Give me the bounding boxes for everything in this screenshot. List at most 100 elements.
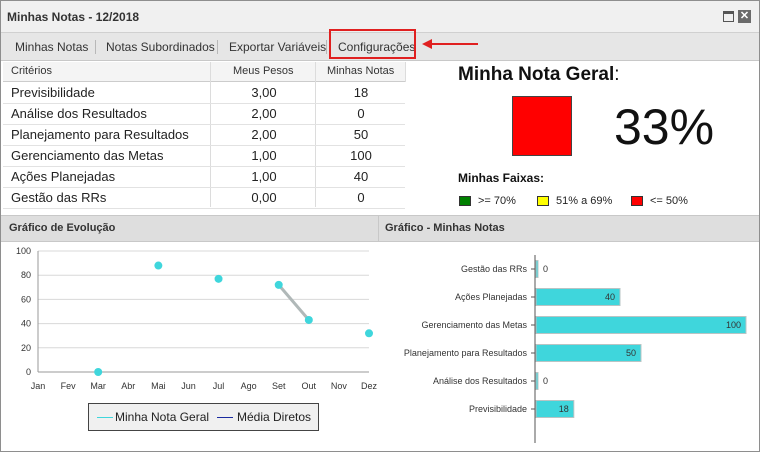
maximize-icon[interactable] xyxy=(722,10,735,23)
nota-geral-label: Minha Nota Geral xyxy=(458,64,615,85)
cell-peso: 1,00 xyxy=(251,148,277,163)
arrow-left-icon xyxy=(422,39,478,49)
x-tick-label: Mar xyxy=(90,381,106,391)
toolbar-divider xyxy=(95,40,96,54)
evolucao-section-header: Gráfico de Evolução xyxy=(1,215,378,242)
data-point xyxy=(304,315,313,324)
faixa-green-swatch xyxy=(459,196,471,206)
series-line-segment xyxy=(277,283,311,322)
window-title: Minhas Notas - 12/2018 xyxy=(7,10,140,24)
notas-title: Gráfico - Minhas Notas xyxy=(385,222,505,234)
bar-value-label: 0 xyxy=(543,376,548,386)
faixas-title: Minhas Faixas: xyxy=(458,171,545,185)
category-label: Planejamento para Resultados xyxy=(404,348,528,358)
bar-value-label: 40 xyxy=(605,292,615,302)
table-row[interactable]: Análise dos Resultados 2,00 0 xyxy=(3,103,405,125)
category-label: Análise dos Resultados xyxy=(433,376,528,386)
column-header-criterios: Critérios xyxy=(11,65,52,77)
x-tick-label: Set xyxy=(272,381,286,391)
data-point xyxy=(214,274,223,283)
x-tick-label: Fev xyxy=(61,381,77,391)
y-tick-label: 60 xyxy=(21,294,31,304)
x-tick-label: Jul xyxy=(213,381,225,391)
x-tick-label: Abr xyxy=(121,381,135,391)
x-tick-label: Mai xyxy=(151,381,166,391)
x-tick-label: Nov xyxy=(331,381,348,391)
highlight-box xyxy=(329,29,416,59)
cell-peso: 0,00 xyxy=(251,190,277,205)
toolbar-divider xyxy=(217,40,218,54)
nota-geral-status-indicator xyxy=(512,96,572,156)
category-label: Ações Planejadas xyxy=(455,292,528,302)
category-label: Previsibilidade xyxy=(469,404,527,414)
cell-criterio: Ações Planejadas xyxy=(11,169,116,184)
toolbar-divider xyxy=(326,40,327,54)
data-point xyxy=(274,280,283,289)
column-header-meus-pesos: Meus Pesos xyxy=(233,65,294,77)
tab-notas-subordinados[interactable]: Notas Subordinados xyxy=(106,40,215,54)
bar-value-label: 18 xyxy=(559,404,569,414)
cell-nota: 18 xyxy=(353,85,369,100)
bar xyxy=(535,372,539,390)
close-icon[interactable]: ✕ xyxy=(738,10,751,23)
legend-label: Minha Nota Geral xyxy=(115,410,210,424)
cell-peso: 2,00 xyxy=(251,106,277,121)
bar xyxy=(535,316,747,334)
cell-peso: 3,00 xyxy=(251,85,277,100)
faixa-label: >= 70% xyxy=(478,195,516,207)
cell-peso: 1,00 xyxy=(251,169,277,184)
x-tick-label: Out xyxy=(302,381,317,391)
cell-peso: 2,00 xyxy=(251,127,277,142)
legend-line-media-diretos xyxy=(217,417,233,418)
x-tick-label: Jun xyxy=(181,381,196,391)
cell-criterio: Gerenciamento das Metas xyxy=(11,148,164,163)
data-point xyxy=(94,368,103,376)
tab-minhas-notas[interactable]: Minhas Notas xyxy=(15,40,88,54)
nota-geral-value: 33% xyxy=(614,99,715,155)
nota-geral-title: Minha Nota Geral: xyxy=(458,64,620,86)
cell-nota: 40 xyxy=(353,169,369,184)
y-tick-label: 100 xyxy=(16,246,31,256)
cell-criterio: Análise dos Resultados xyxy=(11,106,147,121)
faixa-label: 51% a 69% xyxy=(556,195,613,207)
category-label: Gestão das RRs xyxy=(461,264,528,274)
notas-section-header: Gráfico - Minhas Notas xyxy=(378,215,759,242)
table-row[interactable]: Planejamento para Resultados 2,00 50 xyxy=(3,124,405,146)
data-point xyxy=(365,329,373,338)
bar-value-label: 100 xyxy=(726,320,741,330)
column-divider xyxy=(405,62,406,82)
notas-chart: Gestão das RRs 0 Ações Planejadas 40 Gerenci… xyxy=(404,255,747,443)
evolucao-title: Gráfico de Evolução xyxy=(9,222,116,234)
table-row[interactable]: Gerenciamento das Metas 1,00 100 xyxy=(3,145,405,167)
tab-exportar-variaveis[interactable]: Exportar Variáveis xyxy=(229,40,326,54)
y-tick-label: 40 xyxy=(21,319,31,329)
table-row[interactable]: Ações Planejadas 1,00 40 xyxy=(3,166,405,188)
x-tick-label: Jan xyxy=(31,381,46,391)
cell-criterio: Gestão das RRs xyxy=(11,190,107,205)
faixa-yellow-swatch xyxy=(537,196,549,206)
faixa-red-swatch xyxy=(631,196,643,206)
bar-value-label: 50 xyxy=(626,348,636,358)
cell-criterio: Previsibilidade xyxy=(11,85,95,100)
cell-nota: 0 xyxy=(357,190,365,205)
x-tick-label: Ago xyxy=(241,381,257,391)
legend-label: Média Diretos xyxy=(237,410,312,424)
data-point xyxy=(154,261,163,270)
cell-nota: 0 xyxy=(357,106,365,121)
nota-geral-colon: : xyxy=(614,64,620,85)
cell-nota: 100 xyxy=(350,148,372,163)
column-header-minhas-notas: Minhas Notas xyxy=(327,65,395,77)
faixa-label: <= 50% xyxy=(650,195,688,207)
x-tick-label: Dez xyxy=(361,381,378,391)
bar xyxy=(535,260,539,278)
chart-legend: Minha Nota Geral Média Diretos xyxy=(88,403,319,431)
table-row[interactable]: Gestão das RRs 0,00 0 xyxy=(3,187,405,209)
table-header: Critérios Meus Pesos Minhas Notas xyxy=(3,62,405,82)
cell-criterio: Planejamento para Resultados xyxy=(11,127,189,142)
evolucao-chart: 0 20 40 60 80 100 Jan Fev Mar Abr Mai Jun Jul Ago Set O… xyxy=(16,246,378,391)
y-tick-label: 0 xyxy=(26,367,31,377)
y-tick-label: 80 xyxy=(21,270,31,280)
table-row[interactable]: Previsibilidade 3,00 18 xyxy=(3,82,405,104)
y-tick-label: 20 xyxy=(21,343,31,353)
bar-value-label: 0 xyxy=(543,264,548,274)
